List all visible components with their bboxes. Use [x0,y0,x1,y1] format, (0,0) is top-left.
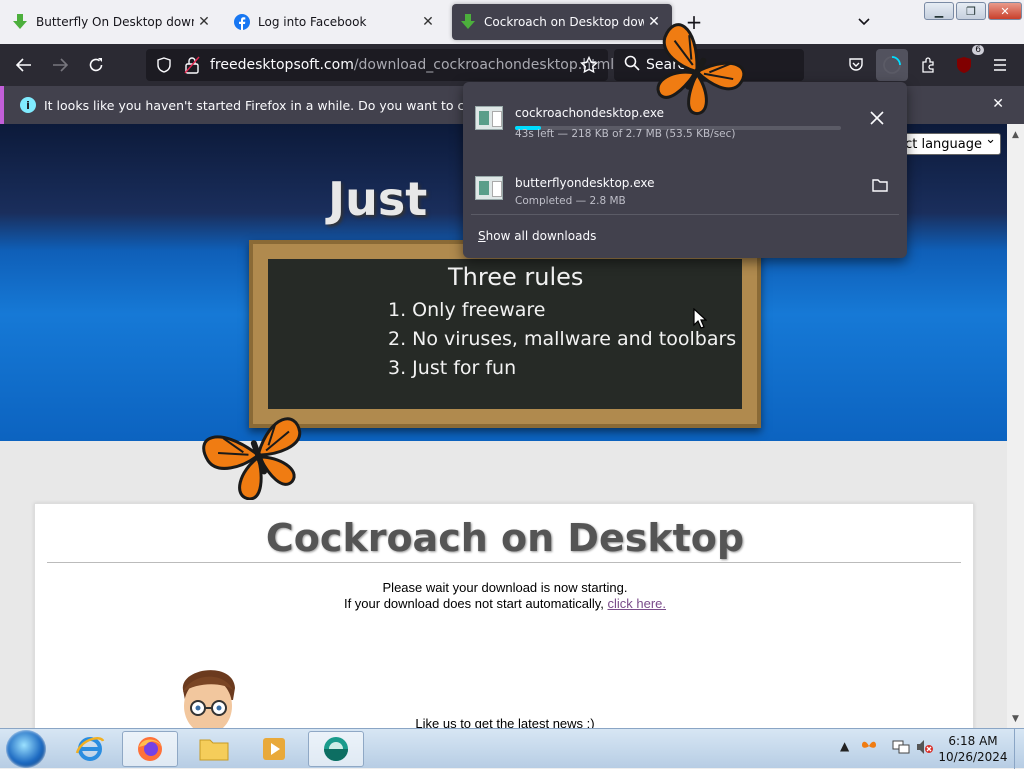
folder-icon[interactable] [872,178,888,195]
internet-explorer-icon [75,737,105,761]
tab-strip: Butterfly On Desktop download ✕ Log into… [0,0,1024,44]
insecure-lock-icon[interactable] [184,56,200,77]
extensions-puzzle-icon[interactable] [914,51,942,79]
click-here-link[interactable]: click here. [608,596,667,611]
taskbar: ▲ 6:18 AM 10/26/2024 [0,728,1024,769]
pocket-icon[interactable] [842,51,870,79]
url-domain: freedesktopsoft.com [210,57,354,73]
page-title: Cockroach on Desktop [265,516,745,560]
back-button[interactable] [10,51,38,79]
maximize-button[interactable]: ❐ [956,2,986,20]
download-arrow-icon [460,14,476,30]
taskbar-media-player[interactable] [246,731,302,767]
taskbar-file-explorer[interactable] [186,731,242,767]
tab-title: Butterfly On Desktop download [36,15,194,29]
butterfly-tray-icon[interactable] [861,739,877,756]
chalkboard: Three rules 1. Only freeware 2. No virus… [249,240,761,428]
clock-time: 6:18 AM [948,734,998,748]
download-status: Completed — 2.8 MB [515,195,626,207]
url-text[interactable]: freedesktopsoft.com/download_cockroachon… [210,57,614,73]
wait-message: Please wait your download is now startin… [382,580,628,595]
download-filename: cockroachondesktop.exe [515,106,664,120]
page-scrollbar[interactable]: ▲ ▼ [1007,124,1024,728]
show-hidden-icons-button[interactable]: ▲ [840,739,849,753]
downloads-button[interactable] [876,49,908,81]
list-all-tabs-button[interactable] [852,10,876,34]
facebook-icon [234,14,250,30]
forward-button [46,51,74,79]
network-icon[interactable] [892,739,910,758]
close-notification-icon[interactable]: ✕ [992,96,1004,112]
chalkboard-title: Three rules [448,263,584,291]
executable-file-icon [475,106,503,130]
fallback-message: If your download does not start automati… [343,596,604,611]
tab-title: Cockroach on Desktop download [484,15,644,29]
close-tab-icon[interactable]: ✕ [194,12,214,32]
download-arrow-icon [12,14,28,30]
url-path: /download_cockroachondesktop.html [353,57,615,73]
bookmark-star-icon[interactable] [579,55,599,77]
chalkboard-surface: Three rules 1. Only freeware 2. No virus… [268,259,742,409]
rule-item: 2. No viruses, mallware and toolbars [388,328,737,350]
address-bar[interactable]: freedesktopsoft.com/download_cockroachon… [146,49,614,81]
clock-date: 10/26/2024 [938,750,1008,764]
tab-facebook[interactable]: Log into Facebook ✕ [226,4,446,40]
close-tab-icon[interactable]: ✕ [418,12,438,32]
show-all-downloads-button[interactable]: Show all downloads [478,229,596,243]
navigation-toolbar: freedesktopsoft.com/download_cockroachon… [0,44,1024,86]
scroll-down-arrow-icon[interactable]: ▼ [1010,714,1021,724]
download-item[interactable]: butterflyondesktop.exe Completed — 2.8 M… [463,162,907,222]
tracking-protection-shield-icon[interactable] [156,57,172,76]
search-icon [624,55,640,75]
firefox-icon [138,737,162,761]
close-icon[interactable] [869,110,885,129]
app-logo-icon [324,737,348,761]
tab-cockroach-download[interactable]: Cockroach on Desktop download ✕ [452,4,672,40]
taskbar-clock[interactable]: 6:18 AM 10/26/2024 [938,733,1008,765]
butterfly-image [656,23,746,116]
tab-title: Log into Facebook [258,15,367,29]
taskbar-internet-explorer[interactable] [62,731,118,767]
rule-item: 1. Only freeware [388,299,546,321]
fallback-message-row: If your download does not start automati… [35,596,975,611]
window-close-button[interactable]: ✕ [988,2,1022,20]
mouse-cursor-icon [693,308,707,329]
language-select[interactable]: ect language [892,132,1001,155]
banner-title: Just [328,172,428,226]
taskbar-app[interactable] [308,731,364,767]
like-us-message: Like us to get the latest news :) [415,716,595,728]
reload-button[interactable] [82,51,110,79]
download-filename: butterflyondesktop.exe [515,176,655,190]
title-divider [47,562,961,563]
application-menu-button[interactable] [986,51,1014,79]
scroll-up-arrow-icon[interactable]: ▲ [1010,130,1021,140]
media-player-icon [263,738,285,760]
download-content-box: Cockroach on Desktop Please wait your do… [34,503,974,728]
executable-file-icon [475,176,503,200]
extension-badge-count: 6 [972,45,984,55]
info-icon: i [20,97,36,113]
folder-icon [199,739,229,761]
butterfly-image [202,417,302,500]
start-button[interactable] [6,730,46,768]
ublock-origin-icon[interactable]: 6 [950,45,984,79]
taskbar-firefox[interactable] [122,731,178,767]
rule-item: 3. Just for fun [388,357,517,379]
show-desktop-button[interactable] [1014,729,1024,769]
minimize-button[interactable]: ▁ [924,2,954,20]
panel-divider [471,214,899,215]
download-status: 43s left — 218 KB of 2.7 MB (53.5 KB/sec… [515,128,736,140]
volume-muted-icon[interactable] [916,739,934,758]
tab-butterfly-download[interactable]: Butterfly On Desktop download ✕ [4,4,222,40]
